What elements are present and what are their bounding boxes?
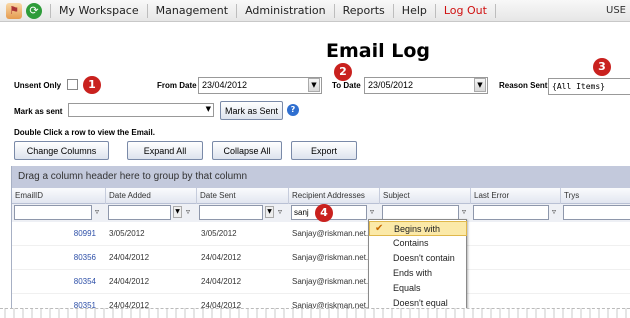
table-row[interactable]: 80356 24/04/2012 24/04/2012 Sanjay@riskm… xyxy=(12,246,630,270)
annotation-badge-2: 2 xyxy=(334,63,352,81)
date-sent-cell: 24/04/2012 xyxy=(201,253,242,262)
refresh-icon[interactable]: ⟳ xyxy=(26,2,42,19)
nav-divider xyxy=(333,3,335,18)
reason-sent-select[interactable]: {All Items} xyxy=(548,78,630,95)
top-nav: ⚑ ⟳ My Workspace Management Administrati… xyxy=(0,0,630,22)
change-columns-button[interactable]: Change Columns xyxy=(14,141,109,160)
export-button[interactable]: Export xyxy=(291,141,357,160)
emailid-filter-input[interactable] xyxy=(14,205,92,220)
reason-sent-label: Reason Sent xyxy=(499,81,548,90)
to-date-label: To Date xyxy=(332,81,361,90)
date-added-cell: 24/04/2012 xyxy=(109,253,150,262)
recipient-cell: Sanjay@riskman.net. xyxy=(292,277,369,286)
menu-item-ends-with[interactable]: Ends with xyxy=(369,266,467,281)
menu-item-contains[interactable]: Contains xyxy=(369,236,467,251)
grid-header-row: EmailID Date Added Date Sent Recipient A… xyxy=(12,188,630,204)
column-header-recipient[interactable]: Recipient Addresses xyxy=(289,188,380,204)
filter-icon[interactable]: ▿ xyxy=(186,207,194,218)
trys-filter-input[interactable] xyxy=(563,205,630,220)
nav-divider xyxy=(50,3,51,18)
date-sent-cell: 3/05/2012 xyxy=(201,229,237,238)
hint-text: Double Click a row to view the Email. xyxy=(14,128,155,137)
recipient-cell: Sanjay@riskman.net. xyxy=(292,253,369,262)
subject-filter-input[interactable] xyxy=(382,205,459,220)
unsent-only-label: Unsent Only xyxy=(14,81,62,90)
table-row[interactable]: 80991 3/05/2012 3/05/2012 Sanjay@riskman… xyxy=(12,222,630,246)
menu-item-label: Begins with xyxy=(394,224,441,234)
nav-divider xyxy=(146,3,148,18)
date-sent-cell: 24/04/2012 xyxy=(201,277,242,286)
chevron-down-icon: ▼ xyxy=(205,105,211,113)
annotation-badge-4: 4 xyxy=(315,204,333,222)
to-date-dropdown-icon[interactable]: ▼ xyxy=(474,78,486,92)
column-header-last-error[interactable]: Last Error xyxy=(471,188,561,204)
torn-edge xyxy=(0,308,630,318)
annotation-badge-3: 3 xyxy=(593,58,611,76)
to-date-input[interactable]: 23/05/2012 xyxy=(364,77,488,94)
last-error-filter-input[interactable] xyxy=(473,205,549,220)
from-date-label: From Date xyxy=(157,81,197,90)
calendar-dropdown-icon[interactable]: ▼ xyxy=(173,206,182,218)
filter-icon[interactable]: ▿ xyxy=(278,207,286,218)
date-sent-filter-input[interactable] xyxy=(199,205,263,220)
page-title: Email Log xyxy=(326,40,430,62)
nav-divider xyxy=(494,3,496,18)
menu-item-equals[interactable]: Equals xyxy=(369,281,467,296)
filter-icon[interactable]: ▿ xyxy=(552,207,560,218)
date-added-cell: 24/04/2012 xyxy=(109,277,150,286)
column-header-trys[interactable]: Trys xyxy=(561,188,630,204)
nav-reports[interactable]: Reports xyxy=(343,4,385,17)
filter-icon[interactable]: ▿ xyxy=(462,207,470,218)
column-header-date-added[interactable]: Date Added xyxy=(106,188,197,204)
from-date-dropdown-icon[interactable]: ▼ xyxy=(308,78,320,92)
column-header-date-sent[interactable]: Date Sent xyxy=(197,188,289,204)
date-added-filter-input[interactable] xyxy=(108,205,171,220)
app-logo-icon[interactable]: ⚑ xyxy=(6,2,22,19)
calendar-dropdown-icon[interactable]: ▼ xyxy=(265,206,274,218)
column-header-emailid[interactable]: EmailID xyxy=(12,188,106,204)
email-id-cell[interactable]: 80354 xyxy=(12,277,96,286)
nav-divider xyxy=(392,3,394,18)
table-row[interactable]: 80354 24/04/2012 24/04/2012 Sanjay@riskm… xyxy=(12,270,630,294)
user-name: USE xyxy=(606,5,626,16)
nav-help[interactable]: Help xyxy=(402,4,427,17)
group-by-bar[interactable]: Drag a column header here to group by th… xyxy=(12,166,630,188)
nav-log-out[interactable]: Log Out xyxy=(444,4,487,17)
help-icon[interactable]: ? xyxy=(287,104,299,116)
nav-management[interactable]: Management xyxy=(156,4,228,17)
mark-as-sent-label: Mark as sent xyxy=(14,107,63,116)
email-id-cell[interactable]: 80356 xyxy=(12,253,96,262)
mark-as-sent-button[interactable]: Mark as Sent xyxy=(220,101,283,120)
collapse-all-button[interactable]: Collapse All xyxy=(212,141,282,160)
date-added-cell: 3/05/2012 xyxy=(109,229,145,238)
nav-my-workspace[interactable]: My Workspace xyxy=(59,4,139,17)
email-id-cell[interactable]: 80991 xyxy=(12,229,96,238)
unsent-only-checkbox[interactable] xyxy=(67,79,78,90)
email-grid: Drag a column header here to group by th… xyxy=(11,166,630,318)
expand-all-button[interactable]: Expand All xyxy=(127,141,203,160)
column-header-subject[interactable]: Subject xyxy=(380,188,471,204)
nav-divider xyxy=(236,3,238,18)
nav-divider xyxy=(434,3,436,18)
annotation-badge-1: 1 xyxy=(83,76,101,94)
mark-as-sent-select[interactable]: ▼ xyxy=(68,103,214,117)
menu-item-doesnt-contain[interactable]: Doesn't contain xyxy=(369,251,467,266)
filter-operator-menu: ✔ Begins with Contains Doesn't contain E… xyxy=(368,219,467,310)
menu-item-begins-with[interactable]: ✔ Begins with xyxy=(369,221,467,236)
filter-icon[interactable]: ▿ xyxy=(95,207,103,218)
checkmark-icon: ✔ xyxy=(375,223,384,234)
filter-icon[interactable]: ▿ xyxy=(370,207,378,218)
from-date-input[interactable]: 23/04/2012 xyxy=(198,77,322,94)
nav-administration[interactable]: Administration xyxy=(245,4,326,17)
recipient-cell: Sanjay@riskman.net. xyxy=(292,229,369,238)
